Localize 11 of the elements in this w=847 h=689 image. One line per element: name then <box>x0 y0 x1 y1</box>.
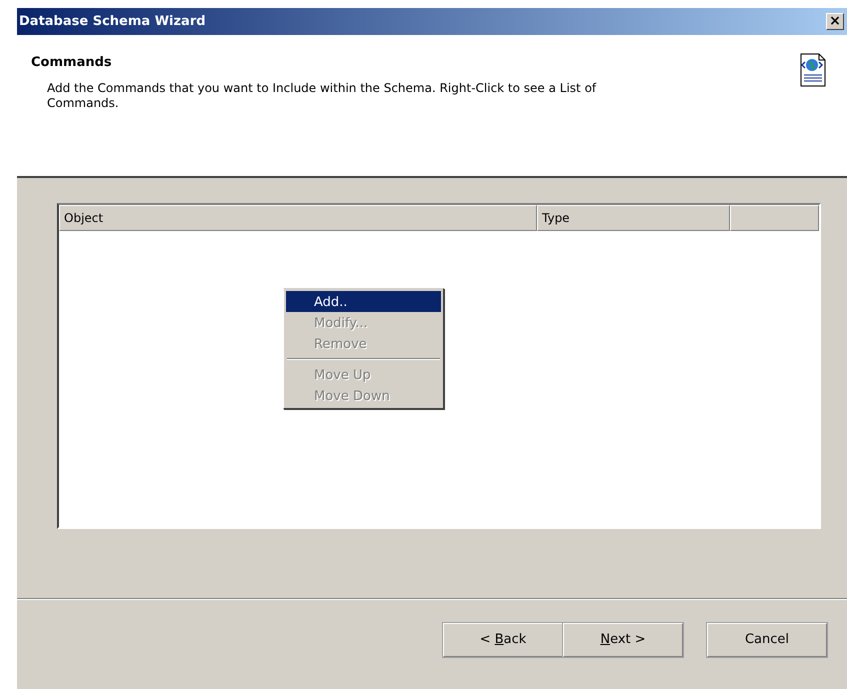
column-header[interactable]: Object <box>59 205 537 231</box>
column-header[interactable]: Type <box>537 205 730 231</box>
cancel-button[interactable]: Cancel <box>707 623 827 657</box>
page-title: Commands <box>31 54 113 72</box>
next-button[interactable]: Next > <box>563 623 683 657</box>
window-title: Database Schema Wizard <box>19 12 206 31</box>
back-button[interactable]: < Back <box>443 623 563 657</box>
page-description: Add the Commands that you want to Include within the Schema. Right-Click to see a List of Commands. <box>47 80 598 110</box>
menu-item[interactable]: Add.. <box>286 291 441 312</box>
web-document-icon <box>799 53 827 87</box>
close-button[interactable]: × <box>826 13 844 30</box>
